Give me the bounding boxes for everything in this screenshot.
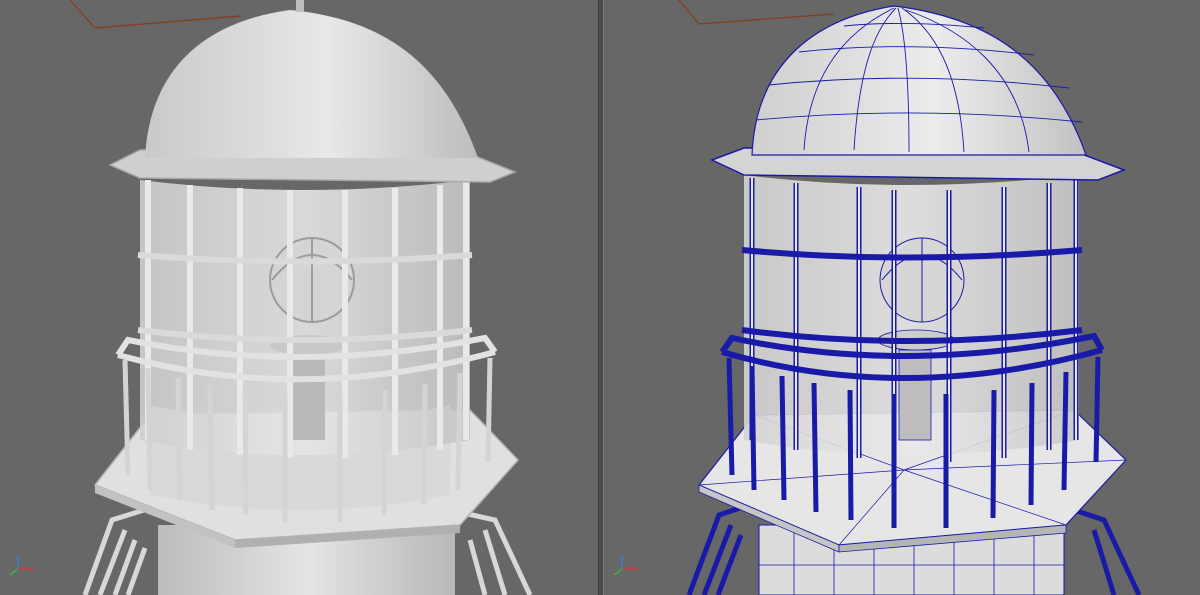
xyz-axis-icon xyxy=(613,555,638,576)
viewport-layout xyxy=(0,0,1200,595)
dome xyxy=(145,10,478,158)
grid-line xyxy=(69,0,241,29)
dome xyxy=(751,5,1087,156)
lighthouse-render-wireframe xyxy=(678,0,1142,595)
grid-line xyxy=(678,0,835,25)
viewport-right[interactable] xyxy=(604,0,1200,595)
stair-railing-left xyxy=(82,502,161,595)
lighthouse-render-shaded xyxy=(69,0,533,595)
xyz-axis-icon xyxy=(9,555,34,576)
viewport-left[interactable] xyxy=(0,0,598,595)
